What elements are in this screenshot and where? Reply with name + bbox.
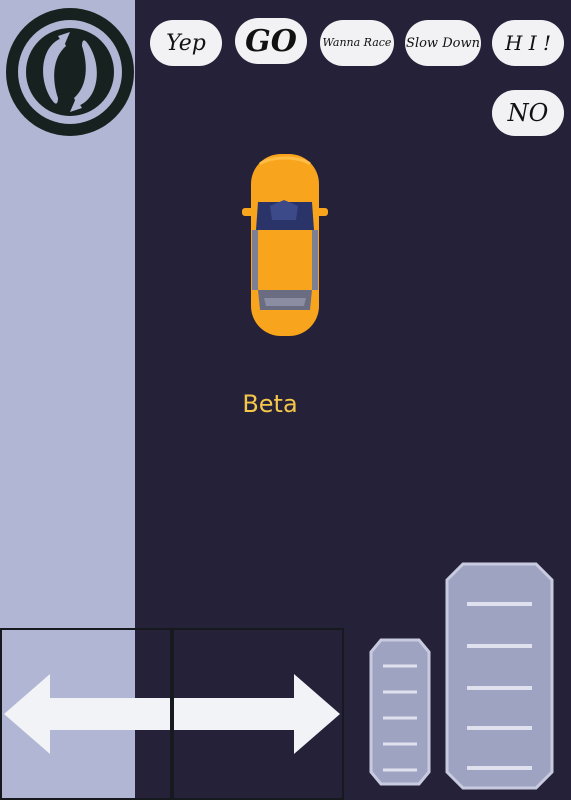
player-car [242, 154, 328, 336]
chat-button-no[interactable]: NO [492, 90, 564, 136]
arrow-left-icon [4, 674, 170, 754]
chat-button-yep[interactable]: Yep [150, 20, 222, 66]
gas-pedal-icon[interactable] [445, 562, 554, 790]
chat-button-go[interactable]: GO [235, 18, 307, 64]
brake-pedal-icon[interactable] [369, 638, 431, 786]
chat-button-hi[interactable]: H I ! [492, 20, 564, 66]
reset-rotate-icon[interactable] [4, 6, 136, 138]
arrow-right-icon [174, 674, 340, 754]
chat-button-wanna-race[interactable]: Wanna Race [320, 20, 394, 66]
player-name-label: Beta [242, 390, 298, 418]
chat-button-slow-down[interactable]: Slow Down [405, 20, 481, 66]
steering-arrows [4, 674, 340, 754]
